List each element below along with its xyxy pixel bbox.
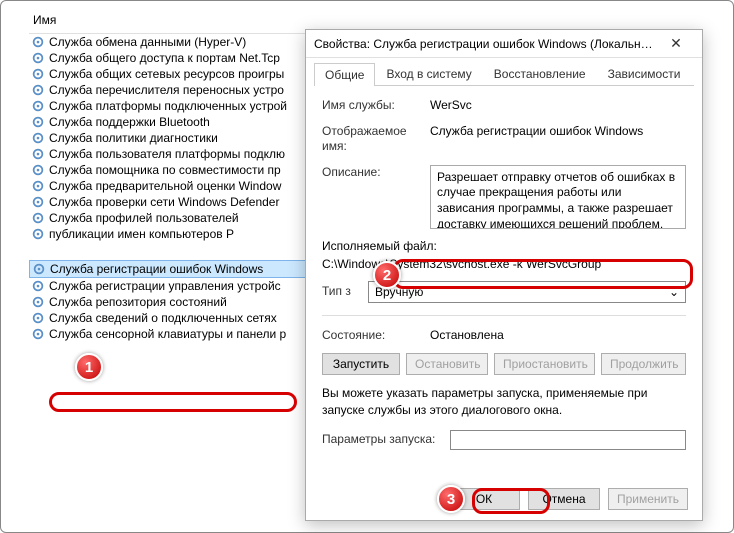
label-start-params: Параметры запуска: [322, 432, 440, 448]
label-state: Состояние: [322, 328, 420, 344]
gear-icon [31, 99, 45, 113]
gear-icon [31, 147, 45, 161]
gear-icon [31, 131, 45, 145]
apply-button: Применить [608, 488, 688, 510]
service-row[interactable]: Служба проверки сети Windows Defender [29, 194, 319, 210]
gear-icon [31, 67, 45, 81]
service-name-text: Служба репозитория состояний [49, 295, 227, 309]
service-name-text: Служба перечислителя переносных устро [49, 83, 284, 97]
service-name-text: Служба политики диагностики [49, 131, 218, 145]
service-name-text: Служба сведений о подключенных сетях [49, 311, 277, 325]
resume-button: Продолжить [601, 353, 686, 375]
ok-button[interactable]: ОК [448, 488, 520, 510]
gear-icon [31, 179, 45, 193]
start-button[interactable]: Запустить [322, 353, 400, 375]
gear-icon [32, 262, 46, 276]
label-description: Описание: [322, 165, 420, 229]
service-name-text: Служба поддержки Bluetooth [49, 115, 210, 129]
service-properties-dialog: Свойства: Служба регистрации ошибок Wind… [305, 29, 703, 521]
label-executable: Исполняемый файл: [322, 239, 686, 253]
service-row[interactable]: Служба регистрации управления устройс [29, 278, 319, 294]
service-row[interactable]: Служба пользователя платформы подклю [29, 146, 319, 162]
service-row[interactable]: Служба репозитория состояний [29, 294, 319, 310]
gear-icon [31, 51, 45, 65]
description-textbox[interactable]: Разрешает отправку отчетов об ошибках в … [430, 165, 686, 229]
label-startup-type: Тип з [322, 284, 358, 300]
service-name-text: Служба проверки сети Windows Defender [49, 195, 279, 209]
gear-icon [31, 35, 45, 49]
value-service-name: WerSvc [430, 98, 686, 114]
service-row-selected[interactable]: Служба регистрации ошибок Windows [29, 260, 319, 278]
service-name-text: Служба сенсорной клавиатуры и панели р [49, 327, 286, 341]
service-row[interactable]: Служба сенсорной клавиатуры и панели р [29, 326, 319, 342]
service-name-text: Служба общего доступа к портам Net.Tcp [49, 51, 280, 65]
startup-type-dropdown[interactable]: Вручную ⌄ [368, 281, 686, 303]
service-name-text: Служба регистрации ошибок Windows [50, 262, 263, 276]
service-row[interactable]: публикации имен компьютеров P [29, 226, 319, 242]
service-name-text: Служба регистрации управления устройс [49, 279, 281, 293]
services-list-panel: Имя Служба обмена данными (Hyper-V) Служб… [29, 11, 319, 521]
service-row[interactable]: Служба общего доступа к портам Net.Tcp [29, 50, 319, 66]
gear-icon [31, 311, 45, 325]
service-name-text: Служба предварительной оценки Window [49, 179, 281, 193]
service-row[interactable]: Служба перечислителя переносных устро [29, 82, 319, 98]
label-service-name: Имя службы: [322, 98, 420, 114]
service-row[interactable]: Служба платформы подключенных устрой [29, 98, 319, 114]
service-row[interactable]: Служба обмена данными (Hyper-V) [29, 34, 319, 50]
dialog-titlebar[interactable]: Свойства: Служба регистрации ошибок Wind… [306, 30, 702, 58]
service-row[interactable]: Служба предварительной оценки Window [29, 178, 319, 194]
startup-type-value: Вручную [375, 285, 423, 299]
gear-icon [31, 195, 45, 209]
gear-icon [31, 115, 45, 129]
service-row[interactable]: Служба общих сетевых ресурсов проигры [29, 66, 319, 82]
stop-button: Остановить [406, 353, 488, 375]
service-name-text: Служба платформы подключенных устрой [49, 99, 287, 113]
chevron-down-icon: ⌄ [669, 285, 679, 299]
service-row[interactable]: Служба помощника по совместимости пр [29, 162, 319, 178]
gear-icon [31, 327, 45, 341]
tab-1[interactable]: Вход в систему [375, 62, 482, 85]
tab-3[interactable]: Зависимости [597, 62, 692, 85]
tab-2[interactable]: Восстановление [483, 62, 597, 85]
label-display-name: Отображаемое имя: [322, 124, 420, 155]
dialog-title: Свойства: Служба регистрации ошибок Wind… [314, 37, 658, 51]
service-name-text: Служба общих сетевых ресурсов проигры [49, 67, 284, 81]
close-icon[interactable]: ✕ [658, 35, 694, 52]
service-row[interactable]: Служба поддержки Bluetooth [29, 114, 319, 130]
service-name-text: Служба пользователя платформы подклю [49, 147, 285, 161]
service-row[interactable]: Служба профилей пользователей [29, 210, 319, 226]
column-header-name[interactable]: Имя [29, 11, 319, 34]
service-row[interactable]: Служба политики диагностики [29, 130, 319, 146]
tab-0[interactable]: Общие [314, 63, 375, 86]
start-params-input[interactable] [450, 430, 686, 450]
service-name-text: Служба профилей пользователей [49, 211, 239, 225]
pause-button: Приостановить [494, 353, 595, 375]
cancel-button[interactable]: Отмена [528, 488, 600, 510]
gear-icon [31, 295, 45, 309]
service-name-text: публикации имен компьютеров P [49, 227, 234, 241]
gear-icon [31, 163, 45, 177]
startup-note: Вы можете указать параметры запуска, при… [322, 385, 686, 417]
gear-icon [31, 279, 45, 293]
value-display-name: Служба регистрации ошибок Windows [430, 124, 686, 155]
gear-icon [31, 211, 45, 225]
service-row[interactable]: Служба сведений о подключенных сетях [29, 310, 319, 326]
gear-icon [31, 227, 45, 241]
service-name-text: Служба помощника по совместимости пр [49, 163, 281, 177]
value-executable-path: C:\Windows\System32\svchost.exe -k WerSv… [322, 257, 686, 271]
value-state: Остановлена [430, 328, 686, 344]
tab-strip: ОбщиеВход в системуВосстановлениеЗависим… [314, 62, 694, 86]
gear-icon [31, 83, 45, 97]
service-name-text: Служба обмена данными (Hyper-V) [49, 35, 246, 49]
